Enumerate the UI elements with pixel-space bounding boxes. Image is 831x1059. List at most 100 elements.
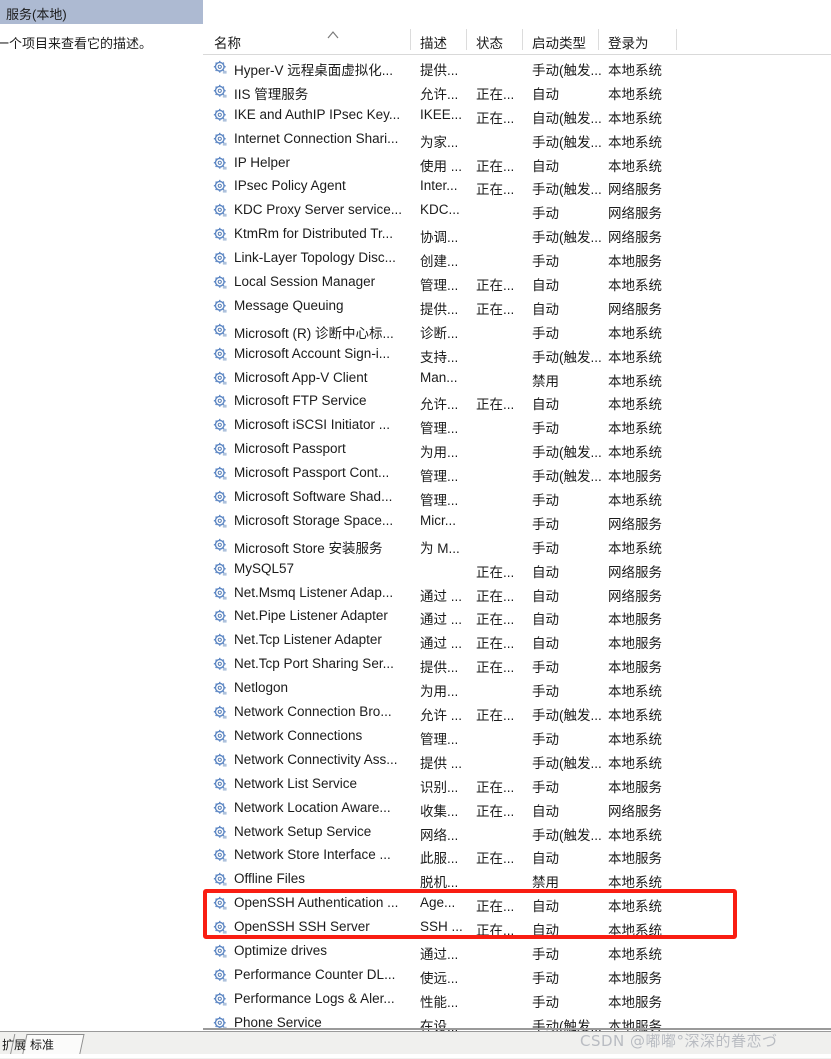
- cell-log-on-as: 本地系统: [608, 373, 662, 389]
- cell-startup-type: 手动: [532, 970, 559, 986]
- table-row[interactable]: Microsoft App-V Client Man... 禁用 本地系统: [203, 366, 831, 390]
- cell-status: 正在...: [476, 708, 515, 724]
- cell-log-on-as: 本地系统: [608, 899, 662, 915]
- column-header-status[interactable]: 状态: [476, 32, 503, 52]
- table-row[interactable]: Network Connections 管理... 手动 本地系统: [203, 724, 831, 748]
- table-row[interactable]: MySQL57 正在... 自动 网络服务: [203, 557, 831, 581]
- table-row[interactable]: KDC Proxy Server service... KDC... 手动 网络服务: [203, 198, 831, 222]
- cell-description: 管理...: [420, 469, 459, 485]
- table-row[interactable]: Microsoft Passport Cont... 管理... 手动(触发... 本…: [203, 461, 831, 485]
- column-header-logon[interactable]: 登录为: [608, 32, 649, 52]
- cell-description: 允许...: [420, 86, 459, 102]
- cell-startup-type: 手动(触发...: [532, 469, 602, 485]
- cell-service-name: Microsoft iSCSI Initiator ...: [234, 417, 391, 433]
- column-header-startup[interactable]: 启动类型: [532, 32, 586, 52]
- table-row[interactable]: OpenSSH Authentication ... Age... 正在... 自动 本…: [203, 891, 831, 915]
- cell-log-on-as: 本地系统: [608, 445, 662, 461]
- cell-status: 正在...: [476, 397, 515, 413]
- cell-startup-type: 自动(触发...: [532, 110, 602, 126]
- cell-startup-type: 禁用: [532, 373, 559, 389]
- table-row[interactable]: Optimize drives 通过... 手动 本地系统: [203, 939, 831, 963]
- cell-startup-type: 手动: [532, 421, 559, 437]
- cell-startup-type: 手动(触发...: [532, 827, 602, 843]
- tab-standard[interactable]: 标准: [30, 1036, 54, 1056]
- table-row[interactable]: Internet Connection Shari... 为家... 手动(触发..…: [203, 127, 831, 151]
- cell-startup-type: 手动(触发...: [532, 182, 602, 198]
- cell-service-name: Microsoft Storage Space...: [234, 512, 394, 528]
- cell-startup-type: 手动: [532, 206, 559, 222]
- cell-log-on-as: 本地系统: [608, 158, 662, 174]
- cell-service-name: Local Session Manager: [234, 274, 376, 290]
- table-row[interactable]: Net.Pipe Listener Adapter 通过 ... 正在... 自动 本地…: [203, 604, 831, 628]
- column-header-name[interactable]: 名称: [214, 32, 241, 52]
- cell-description: 提供...: [420, 301, 459, 317]
- cell-description: 创建...: [420, 254, 459, 270]
- services-left-pane: 服务(本地) 一个项目来查看它的描述。: [0, 0, 203, 1030]
- service-gear-icon: [213, 275, 228, 290]
- table-row[interactable]: IPsec Policy Agent Inter... 正在... 手动(触发... 网…: [203, 174, 831, 198]
- cell-status: 正在...: [476, 278, 515, 294]
- table-row[interactable]: Link-Layer Topology Disc... 创建... 手动 本地服务: [203, 246, 831, 270]
- table-row[interactable]: IIS 管理服务 允许... 正在... 自动 本地系统: [203, 79, 831, 103]
- left-pane-title: 服务(本地): [6, 7, 67, 22]
- table-row[interactable]: Net.Tcp Listener Adapter 通过 ... 正在... 自动 本地服…: [203, 628, 831, 652]
- table-row[interactable]: OpenSSH SSH Server SSH ... 正在... 自动 本地系统: [203, 915, 831, 939]
- table-row[interactable]: Message Queuing 提供... 正在... 自动 网络服务: [203, 294, 831, 318]
- table-row[interactable]: Microsoft FTP Service 允许... 正在... 自动 本地系统: [203, 389, 831, 413]
- cell-log-on-as: 本地服务: [608, 970, 662, 986]
- cell-startup-type: 自动: [532, 851, 559, 867]
- cell-startup-type: 手动(触发...: [532, 708, 602, 724]
- table-row[interactable]: Microsoft Account Sign-i... 支持... 手动(触发...…: [203, 342, 831, 366]
- column-divider[interactable]: [522, 29, 523, 50]
- service-gear-icon: [213, 681, 228, 696]
- table-row[interactable]: KtmRm for Distributed Tr... 协调... 手动(触发...…: [203, 222, 831, 246]
- cell-status: 正在...: [476, 923, 515, 939]
- column-header-description[interactable]: 描述: [420, 32, 447, 52]
- table-row[interactable]: IKE and AuthIP IPsec Key... IKEE... 正在... 自…: [203, 103, 831, 127]
- table-row[interactable]: Net.Tcp Port Sharing Ser... 提供... 正在... 手动 本…: [203, 652, 831, 676]
- cell-service-name: Network Connection Bro...: [234, 704, 392, 720]
- tab-extended[interactable]: 扩展: [2, 1036, 26, 1056]
- cell-log-on-as: 本地服务: [608, 612, 662, 628]
- cell-log-on-as: 本地服务: [608, 660, 662, 676]
- service-gear-icon: [213, 466, 228, 481]
- cell-log-on-as: 本地服务: [608, 636, 662, 652]
- table-row[interactable]: Offline Files 脱机... 禁用 本地系统: [203, 867, 831, 891]
- service-gear-icon: [213, 323, 228, 338]
- cell-service-name: KDC Proxy Server service...: [234, 202, 403, 218]
- page-bottom-edge: [0, 1054, 831, 1058]
- table-row[interactable]: Performance Counter DL... 使远... 手动 本地服务: [203, 963, 831, 987]
- table-row[interactable]: Network Setup Service 网络... 手动(触发... 本地系统: [203, 820, 831, 844]
- column-divider[interactable]: [598, 29, 599, 50]
- service-gear-icon: [213, 825, 228, 840]
- table-row[interactable]: Hyper-V 远程桌面虚拟化... 提供... 手动(触发... 本地系统: [203, 55, 831, 79]
- table-row[interactable]: Performance Logs & Aler... 性能... 手动 本地服务: [203, 987, 831, 1011]
- table-row[interactable]: Microsoft Storage Space... Micr... 手动 网络服务: [203, 509, 831, 533]
- service-gear-icon: [213, 777, 228, 792]
- table-row[interactable]: Network List Service 识别... 正在... 手动 本地服务: [203, 772, 831, 796]
- cell-service-name: Microsoft Account Sign-i...: [234, 345, 391, 361]
- table-row[interactable]: Network Location Aware... 收集... 正在... 自动 网络服…: [203, 796, 831, 820]
- column-divider[interactable]: [466, 29, 467, 50]
- table-row[interactable]: Net.Msmq Listener Adap... 通过 ... 正在... 自动 网络…: [203, 581, 831, 605]
- table-row[interactable]: Microsoft iSCSI Initiator ... 管理... 手动 本地系统: [203, 413, 831, 437]
- column-divider[interactable]: [410, 29, 411, 50]
- table-row[interactable]: Network Connectivity Ass... 提供 ... 手动(触发..…: [203, 748, 831, 772]
- cell-startup-type: 自动: [532, 397, 559, 413]
- table-row[interactable]: Network Connection Bro... 允许 ... 正在... 手动(触…: [203, 700, 831, 724]
- table-row[interactable]: Microsoft Software Shad... 管理... 手动 本地系统: [203, 485, 831, 509]
- cell-description: 为用...: [420, 445, 459, 461]
- service-gear-icon: [213, 609, 228, 624]
- table-row[interactable]: Local Session Manager 管理... 正在... 自动 本地系统: [203, 270, 831, 294]
- cell-description: 管理...: [420, 493, 459, 509]
- table-row[interactable]: Microsoft Passport 为用... 手动(触发... 本地系统: [203, 437, 831, 461]
- table-row[interactable]: Network Store Interface ... 此服... 正在... 自动 本…: [203, 843, 831, 867]
- table-row[interactable]: Microsoft (R) 诊断中心标... 诊断... 手动 本地系统: [203, 318, 831, 342]
- table-row[interactable]: Netlogon 为用... 手动 本地系统: [203, 676, 831, 700]
- table-row[interactable]: IP Helper 使用 ... 正在... 自动 本地系统: [203, 151, 831, 175]
- table-row[interactable]: Microsoft Store 安装服务 为 M... 手动 本地系统: [203, 533, 831, 557]
- service-gear-icon: [213, 394, 228, 409]
- services-table-body: Hyper-V 远程桌面虚拟化... 提供... 手动(触发... 本地系统 IIS 管…: [203, 55, 831, 1035]
- cell-log-on-as: 本地系统: [608, 86, 662, 102]
- column-divider[interactable]: [676, 29, 677, 50]
